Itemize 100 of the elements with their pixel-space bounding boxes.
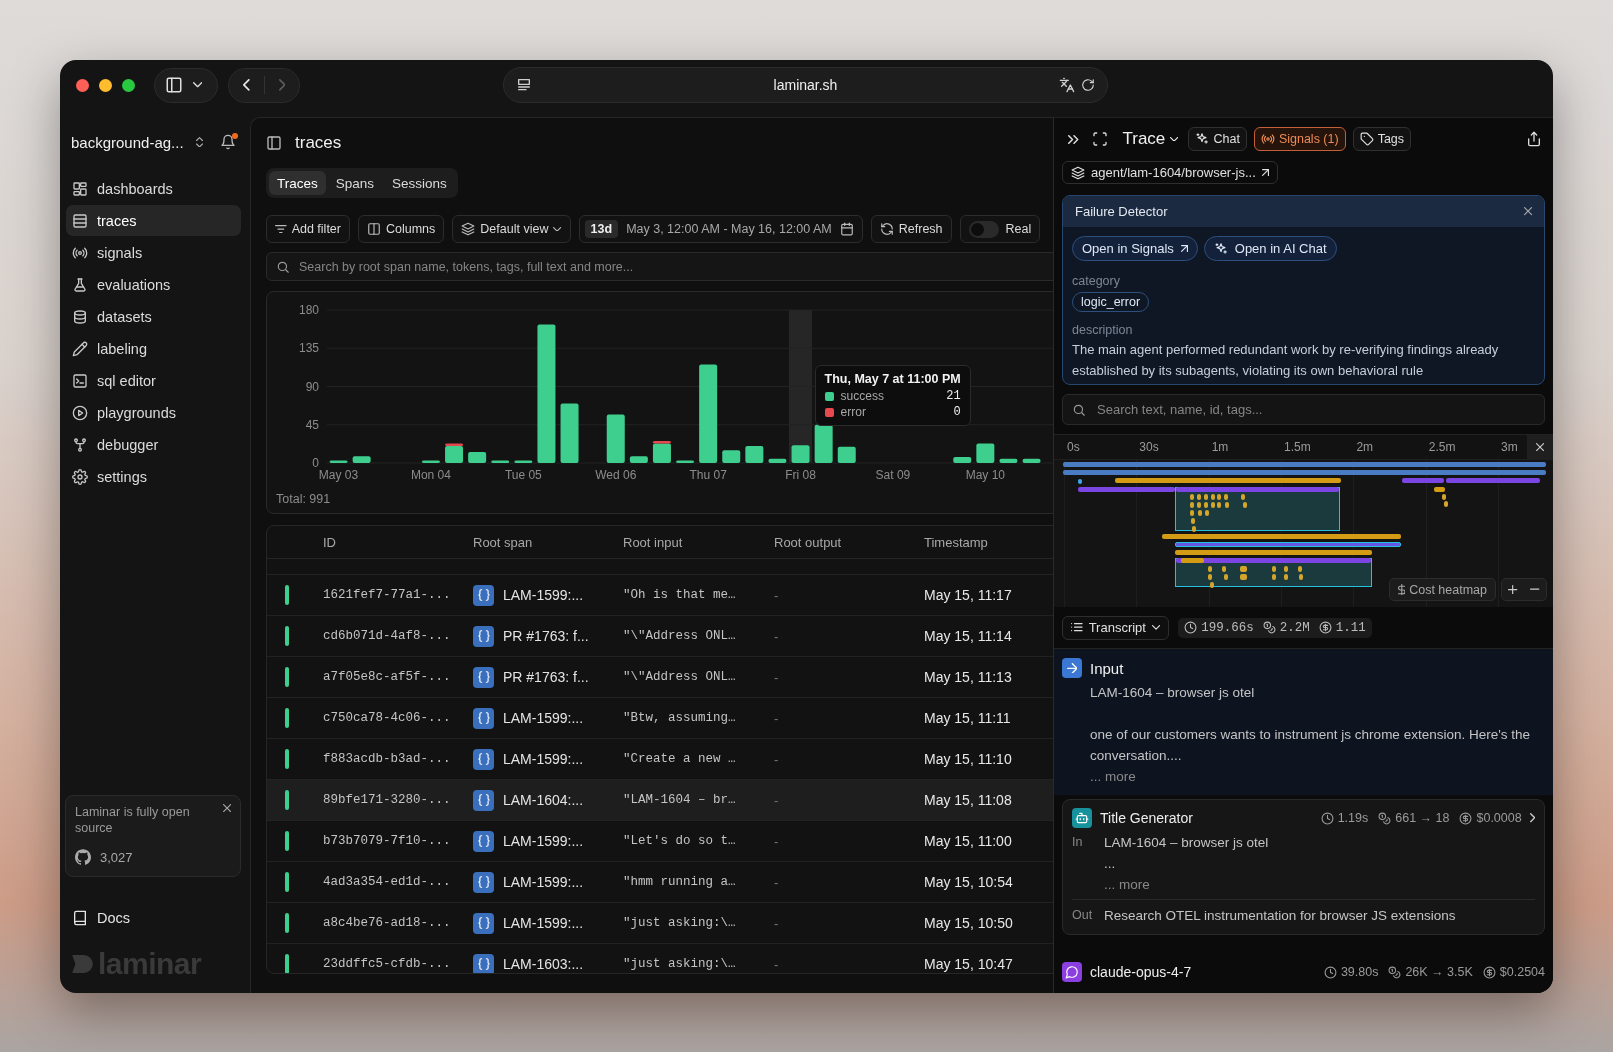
table-row[interactable]: 89bfe171-3280-... LAM-1604:... "LAM-1604 – br… - May 15, 11:08 — [267, 780, 1053, 821]
span-marker[interactable] — [1241, 494, 1245, 500]
close-button[interactable] — [1523, 207, 1532, 216]
translate-icon[interactable] — [1059, 77, 1075, 93]
docs-link[interactable]: Docs — [66, 904, 241, 932]
span-marker[interactable] — [1190, 494, 1194, 500]
address-bar[interactable]: laminar.sh — [503, 67, 1108, 103]
workspace-switcher[interactable]: background-ag... — [71, 133, 203, 151]
sidebar-item[interactable]: sql editor — [66, 365, 241, 396]
more-link[interactable]: ... more — [1104, 874, 1269, 895]
span-marker[interactable] — [1210, 582, 1214, 588]
view-dropdown[interactable]: Transcript — [1062, 615, 1170, 640]
span-marker[interactable] — [1211, 494, 1215, 500]
chevron-right-icon[interactable] — [1529, 813, 1535, 823]
column-header[interactable]: Root input — [623, 534, 774, 550]
fullscreen-icon[interactable] — [1091, 131, 1108, 147]
span-marker[interactable] — [1190, 510, 1194, 516]
span-search-field[interactable]: Search text, name, id, tags... — [1062, 394, 1545, 425]
span-marker[interactable] — [1298, 566, 1302, 572]
sidebar-item[interactable]: signals — [66, 237, 241, 268]
span-marker[interactable] — [1299, 574, 1303, 580]
add-filter-button[interactable]: Add filter — [266, 215, 350, 243]
sidebar-item[interactable]: debugger — [66, 429, 241, 460]
span-marker[interactable] — [1222, 566, 1226, 572]
span-card[interactable]: Title Generator 1.19s 661 → 18 $0.0008 In LAM-1604 – browser js otel ... ... more Out Research OTEL instrumentation for browser JS extensions — [1062, 799, 1545, 935]
span-marker[interactable] — [1272, 574, 1276, 580]
trace-path-link[interactable]: agent/lam-1604/browser-js... — [1062, 161, 1278, 184]
span-bar[interactable] — [1078, 479, 1082, 484]
sidebar-item[interactable]: labeling — [66, 333, 241, 364]
span-marker[interactable] — [1204, 502, 1208, 508]
sidebar-item[interactable]: settings — [66, 461, 241, 492]
tab[interactable]: Traces — [269, 171, 326, 195]
span-group-box[interactable] — [1175, 487, 1340, 531]
window-close-button[interactable] — [76, 78, 89, 92]
close-button[interactable] — [222, 804, 231, 813]
reload-icon[interactable] — [1081, 78, 1095, 92]
span-marker[interactable] — [1204, 494, 1208, 500]
span-marker[interactable] — [1243, 502, 1247, 508]
panel-toggle-icon[interactable] — [266, 134, 282, 151]
span-marker[interactable] — [1284, 574, 1288, 580]
realtime-toggle[interactable]: Real — [959, 215, 1041, 243]
span-marker[interactable] — [1197, 502, 1201, 508]
columns-button[interactable]: Columns — [358, 215, 445, 243]
span-marker[interactable] — [1239, 566, 1247, 572]
notifications-button[interactable] — [220, 134, 236, 150]
collapse-panel-icon[interactable] — [1068, 134, 1079, 144]
span-marker[interactable] — [1272, 566, 1276, 572]
view-dropdown[interactable]: Default view — [452, 215, 571, 243]
close-button[interactable] — [1527, 435, 1553, 459]
column-header[interactable]: ID — [323, 534, 473, 550]
sidebar-item[interactable]: traces — [66, 205, 241, 236]
action-button[interactable]: Open in Signals — [1072, 236, 1198, 261]
sidebar-item[interactable]: dashboards — [66, 173, 241, 204]
sidebar-item[interactable]: evaluations — [66, 269, 241, 300]
span-marker[interactable] — [1211, 502, 1215, 508]
span-name[interactable]: claude-opus-4-7 — [1090, 964, 1192, 980]
toggle-switch[interactable] — [968, 220, 999, 238]
span-marker[interactable] — [1190, 502, 1194, 508]
github-icon[interactable] — [75, 849, 91, 865]
span-marker[interactable] — [1208, 566, 1212, 572]
search-field[interactable]: Search by root span name, tokens, tags, full text and more... — [266, 252, 1053, 281]
span-bar[interactable] — [1434, 487, 1445, 492]
span-bar[interactable] — [1181, 558, 1204, 563]
span-marker[interactable] — [1217, 494, 1221, 500]
span-marker[interactable] — [1284, 566, 1288, 572]
span-marker[interactable] — [1444, 501, 1448, 507]
span-marker[interactable] — [1192, 526, 1196, 532]
action-button[interactable]: Open in AI Chat — [1203, 236, 1337, 261]
span-bar[interactable] — [1175, 542, 1401, 547]
span-marker[interactable] — [1197, 494, 1201, 500]
span-group-box[interactable] — [1175, 558, 1372, 587]
window-minimize-button[interactable] — [99, 78, 112, 92]
more-link[interactable]: ... more — [1090, 766, 1545, 787]
panel-tab-button[interactable]: Signals (1) — [1253, 127, 1346, 151]
trace-dropdown[interactable]: Trace — [1122, 129, 1179, 149]
share-icon[interactable] — [1526, 131, 1542, 147]
span-marker[interactable] — [1205, 510, 1209, 516]
column-header[interactable]: Timestamp — [924, 534, 1053, 550]
window-zoom-button[interactable] — [122, 78, 135, 92]
sidebar-item[interactable]: playgrounds — [66, 397, 241, 428]
span-marker[interactable] — [1198, 510, 1202, 516]
reader-mode-icon[interactable] — [516, 77, 532, 93]
span-marker[interactable] — [1208, 574, 1212, 580]
span-marker[interactable] — [1442, 494, 1446, 500]
span-marker[interactable] — [1239, 574, 1247, 580]
span-marker[interactable] — [1191, 518, 1195, 524]
tab[interactable]: Sessions — [384, 171, 455, 195]
panel-tab-button[interactable]: Chat — [1188, 127, 1247, 151]
span-marker[interactable] — [1225, 502, 1229, 508]
refresh-button[interactable]: Refresh — [870, 215, 952, 243]
span-name[interactable]: Title Generator — [1100, 810, 1193, 826]
column-header[interactable]: Root output — [774, 534, 924, 550]
column-header[interactable]: Root span — [473, 534, 623, 550]
sidebar-item[interactable]: datasets — [66, 301, 241, 332]
date-range-button[interactable]: 13d May 3, 12:00 AM - May 16, 12:00 AM — [578, 215, 863, 243]
span-marker[interactable] — [1224, 494, 1228, 500]
cost-heatmap-button[interactable]: Cost heatmap — [1389, 578, 1496, 601]
span-marker[interactable] — [1217, 502, 1221, 508]
panel-tab-button[interactable]: Tags — [1352, 127, 1412, 151]
span-marker[interactable] — [1224, 574, 1228, 580]
